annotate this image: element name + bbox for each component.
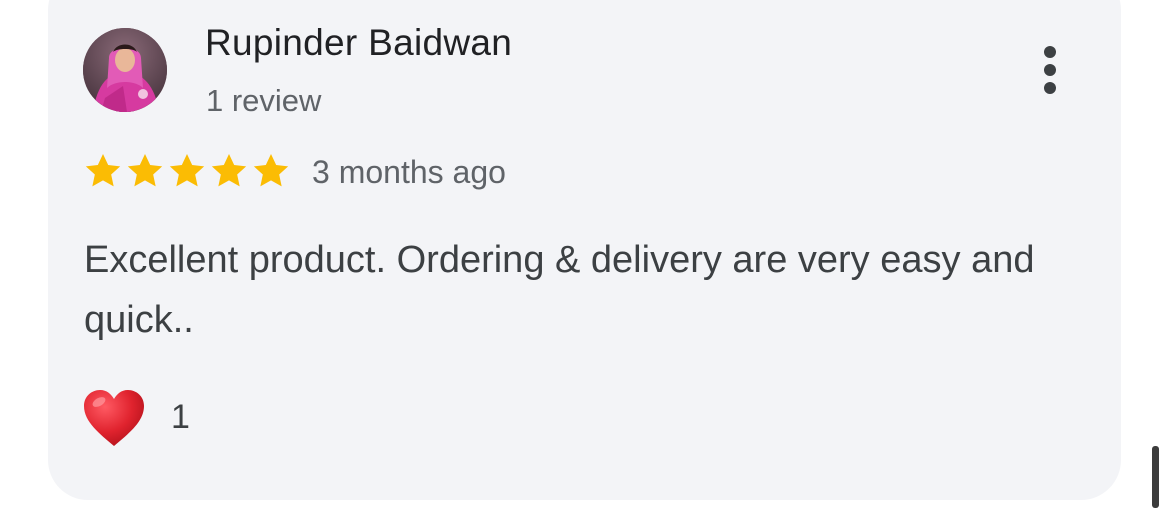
red-heart-icon <box>84 390 144 446</box>
more-vertical-icon <box>1044 46 1056 58</box>
more-vertical-icon <box>1044 82 1056 94</box>
star-rating <box>83 150 291 192</box>
more-vertical-icon <box>1044 64 1056 76</box>
star-icon <box>251 150 291 192</box>
star-icon <box>209 150 249 192</box>
review-text: Excellent product. Ordering & delivery a… <box>84 239 1035 341</box>
heart-reaction-button[interactable] <box>80 386 148 450</box>
review-count[interactable]: 1 review <box>206 83 321 119</box>
reaction-count: 1 <box>171 398 190 436</box>
star-icon <box>125 150 165 192</box>
review-date: 3 months ago <box>312 154 506 190</box>
scrollbar[interactable] <box>1152 446 1159 508</box>
star-icon <box>167 150 207 192</box>
avatar[interactable] <box>83 28 167 112</box>
star-icon <box>83 150 123 192</box>
reviewer-name[interactable]: Rupinder Baidwan <box>205 22 512 64</box>
more-options-button[interactable] <box>1030 42 1070 98</box>
